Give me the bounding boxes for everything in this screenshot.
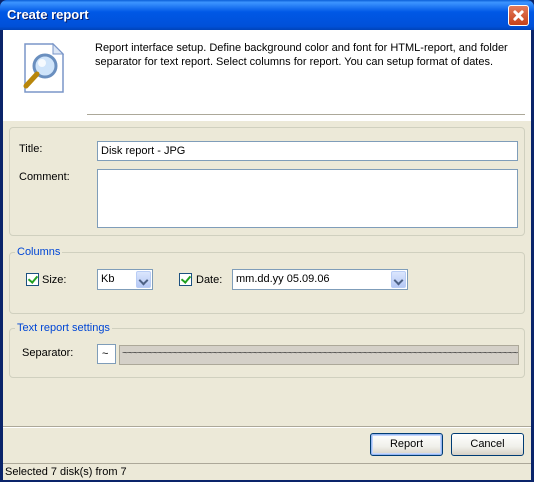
create-report-window: Create report Report interface setup. De… bbox=[0, 0, 534, 482]
status-text: Selected 7 disk(s) from 7 bbox=[5, 466, 127, 478]
header-separator bbox=[87, 114, 525, 115]
date-label: Date: bbox=[196, 274, 223, 286]
general-group: Title: Disk report - JPG Comment: bbox=[9, 127, 525, 236]
title-label: Title: bbox=[19, 143, 43, 155]
separator-label: Separator: bbox=[22, 347, 74, 359]
date-format-select[interactable]: mm.dd.yy 05.09.06 bbox=[232, 269, 408, 290]
text-report-group-label: Text report settings bbox=[15, 322, 112, 335]
size-unit-select[interactable]: Kb bbox=[97, 269, 153, 290]
header-panel: Report interface setup. Define backgroun… bbox=[3, 30, 531, 121]
dialog-body: Report interface setup. Define backgroun… bbox=[3, 30, 531, 480]
window-title: Create report bbox=[7, 7, 89, 22]
title-bar[interactable]: Create report bbox=[0, 0, 534, 30]
comment-textarea[interactable] bbox=[97, 169, 518, 228]
chevron-down-icon[interactable] bbox=[391, 271, 406, 288]
date-checkbox[interactable] bbox=[179, 273, 192, 286]
text-report-group: Text report settings Separator: ~ ~~~~~~… bbox=[9, 322, 525, 378]
report-button[interactable]: Report bbox=[370, 433, 443, 456]
separator-input[interactable]: ~ bbox=[97, 344, 116, 364]
size-label: Size: bbox=[42, 274, 67, 286]
size-checkbox[interactable] bbox=[26, 273, 39, 286]
report-search-icon bbox=[23, 42, 65, 93]
button-divider bbox=[3, 426, 531, 428]
date-format-value: mm.dd.yy 05.09.06 bbox=[236, 273, 330, 285]
cancel-button[interactable]: Cancel bbox=[451, 433, 524, 456]
chevron-down-icon[interactable] bbox=[136, 271, 151, 288]
columns-group: Columns Size: Kb Date: mm.dd.yy 05.09.06 bbox=[9, 246, 525, 314]
close-icon[interactable] bbox=[508, 5, 529, 26]
columns-group-label: Columns bbox=[15, 246, 63, 259]
title-input[interactable]: Disk report - JPG bbox=[97, 141, 518, 161]
comment-label: Comment: bbox=[19, 171, 70, 183]
status-bar: Selected 7 disk(s) from 7 bbox=[3, 463, 531, 480]
header-description: Report interface setup. Define backgroun… bbox=[95, 42, 508, 68]
separator-preview: ~~~~~~~~~~~~~~~~~~~~~~~~~~~~~~~~~~~~~~~~… bbox=[119, 345, 519, 365]
size-unit-value: Kb bbox=[101, 273, 115, 285]
